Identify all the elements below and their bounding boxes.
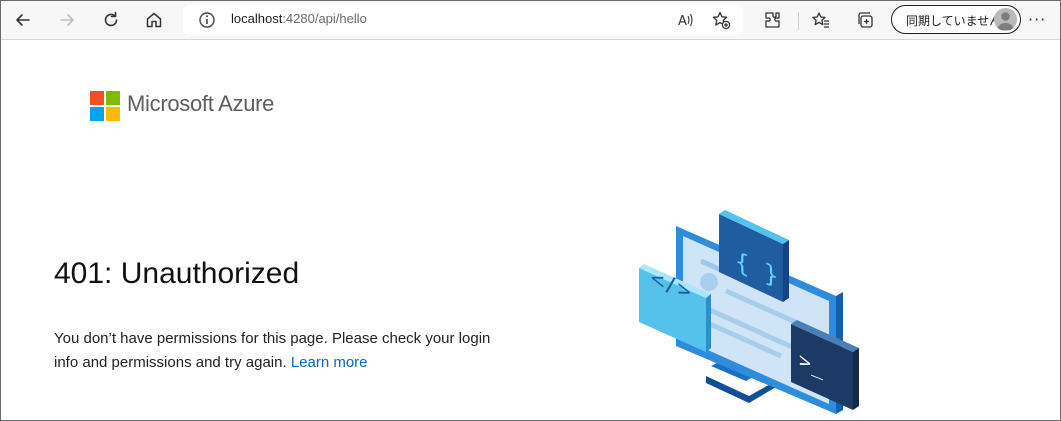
back-icon[interactable]	[9, 6, 37, 34]
add-favorite-icon[interactable]	[711, 10, 731, 30]
avatar	[994, 8, 1017, 31]
learn-more-link[interactable]: Learn more	[291, 354, 368, 371]
browser-toolbar: localhost:4280/api/hello A 同期していません ···	[1, 1, 1060, 40]
read-aloud-icon[interactable]: A	[675, 10, 695, 30]
microsoft-logo	[90, 91, 120, 121]
more-icon[interactable]: ···	[1028, 10, 1046, 29]
url-host: localhost	[231, 11, 283, 26]
forward-icon[interactable]	[53, 6, 81, 34]
info-icon[interactable]	[197, 10, 217, 30]
home-icon[interactable]	[140, 6, 168, 34]
url-path: :4280/api/hello	[282, 11, 367, 26]
profile-label: 同期していません	[906, 14, 1002, 28]
favorites-icon[interactable]	[807, 6, 835, 34]
brand-name: Microsoft Azure	[127, 91, 275, 116]
address-bar[interactable]: localhost:4280/api/hello A	[183, 5, 743, 35]
toolbar-separator	[798, 12, 799, 30]
error-message-text: You don’t have permissions for this page…	[54, 330, 491, 371]
refresh-icon[interactable]	[97, 6, 125, 34]
url-text[interactable]: localhost:4280/api/hello	[231, 11, 367, 26]
page-title: 401: Unauthorized	[54, 257, 300, 290]
developer-illustration: { } </> >_	[639, 210, 859, 414]
svg-text:A: A	[678, 14, 687, 29]
browser-window: localhost:4280/api/hello A 同期していません ··· …	[0, 0, 1061, 421]
collections-icon[interactable]	[851, 6, 879, 34]
profile-button[interactable]: 同期していません	[891, 5, 1021, 34]
extensions-icon[interactable]	[758, 6, 786, 34]
error-message: You don’t have permissions for this page…	[54, 327, 494, 375]
